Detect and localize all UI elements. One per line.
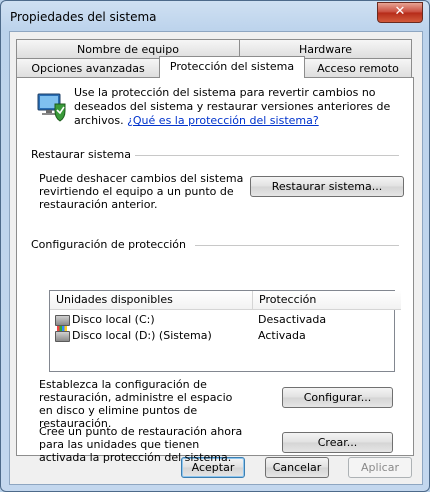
drive-protection-status: Desactivada (258, 313, 327, 326)
column-header-drives[interactable]: Unidades disponibles (50, 291, 252, 310)
dialog-client-area: Nombre de equipo Hardware Opciones avanz… (9, 31, 423, 485)
tab-opciones-avanzadas[interactable]: Opciones avanzadas (16, 58, 160, 77)
configure-description: Establezca la configuración de restaurac… (39, 378, 233, 430)
window-title: Propiedades del sistema (10, 10, 157, 24)
close-button[interactable]: ✕ (377, 2, 423, 23)
restore-section-heading: Restaurar sistema (31, 148, 132, 161)
restore-section-divider (135, 155, 399, 156)
intro-paragraph: Use la protección del sistema para rever… (74, 86, 394, 128)
column-header-protection[interactable]: Protección (252, 291, 401, 310)
system-drive-icon (55, 326, 70, 342)
create-description: Cree un punto de restauración ahora para… (39, 425, 243, 464)
system-properties-window: Propiedades del sistema ✕ Nombre de equi… (0, 0, 430, 492)
drive-name: Disco local (D:) (Sistema) (72, 329, 212, 342)
restore-description: Puede deshacer cambios del sistema revir… (39, 172, 244, 211)
what-is-protection-link[interactable]: ¿Qué es la protección del sistema? (127, 114, 319, 127)
cancel-button[interactable]: Cancelar (265, 457, 329, 478)
configure-button[interactable]: Configurar... (282, 387, 393, 408)
protection-section-divider (195, 245, 399, 246)
tab-acceso-remoto[interactable]: Acceso remoto (304, 58, 412, 77)
create-button[interactable]: Crear... (282, 432, 393, 453)
tab-panel-proteccion: Use la protección del sistema para rever… (16, 77, 414, 464)
drive-protection-status: Activada (258, 329, 306, 342)
restore-system-button[interactable]: Restaurar sistema... (250, 176, 404, 197)
protection-section-heading: Configuración de protección (31, 238, 187, 251)
system-protection-icon (37, 93, 66, 122)
table-row[interactable]: Disco local (D:) (Sistema) Activada (50, 326, 394, 344)
table-row[interactable]: Disco local (C:) Desactivada (50, 312, 394, 328)
drives-list[interactable]: Unidades disponibles Protección Disco lo… (49, 290, 401, 372)
hard-drive-icon (55, 315, 70, 326)
tab-proteccion-del-sistema[interactable]: Protección del sistema (159, 56, 305, 78)
apply-button[interactable]: Aplicar (348, 457, 412, 478)
drive-name: Disco local (C:) (72, 313, 155, 326)
close-icon: ✕ (394, 4, 406, 19)
